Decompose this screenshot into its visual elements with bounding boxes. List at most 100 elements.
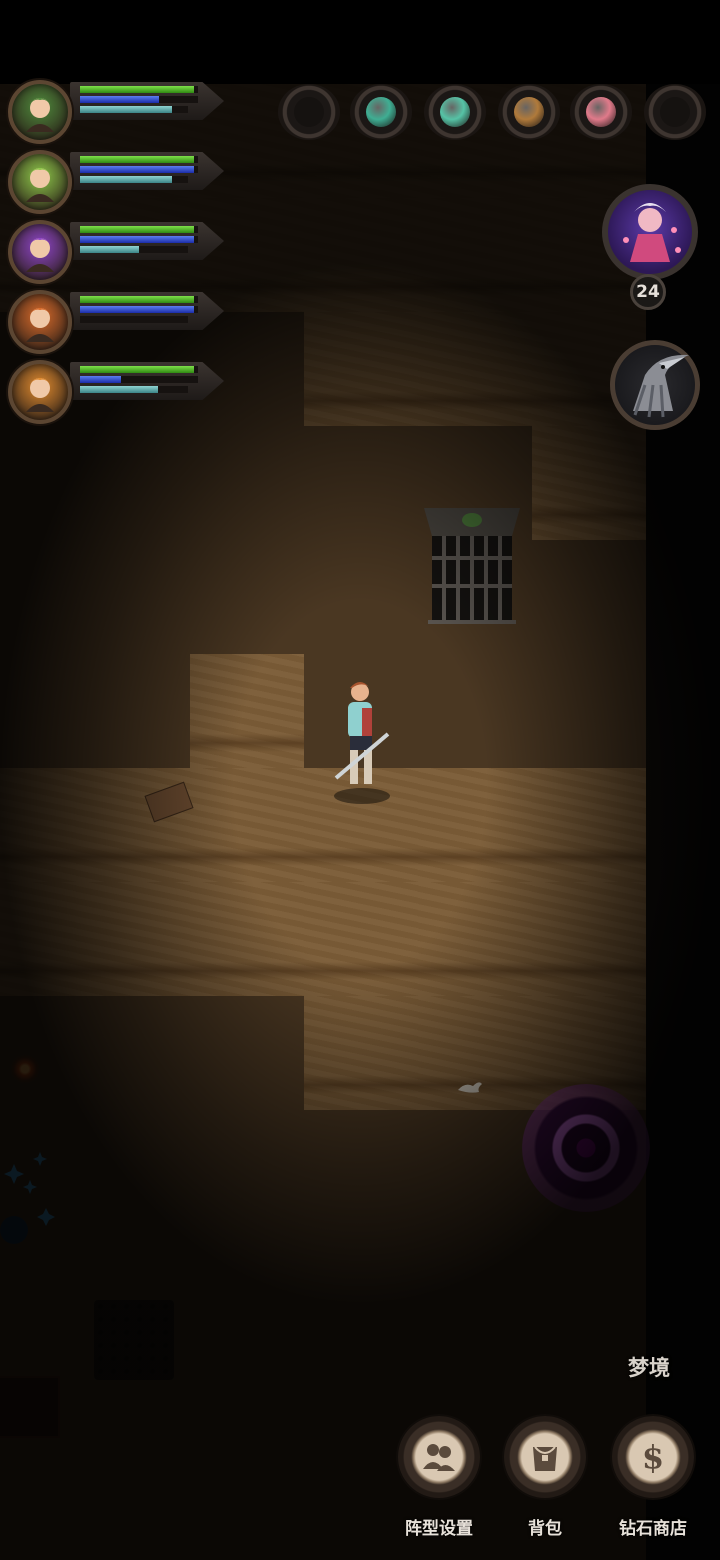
floor-tile bbox=[0, 1452, 76, 1560]
floor-tile bbox=[532, 1224, 646, 1338]
floor-tile bbox=[190, 996, 304, 1110]
hero-portrait-icon bbox=[26, 168, 54, 202]
iron-gate[interactable] bbox=[424, 508, 520, 630]
diamond-shop-button[interactable]: $ 钻石商店 bbox=[608, 1416, 698, 1540]
empty-slot bbox=[660, 97, 690, 127]
bone-debris-icon bbox=[458, 1082, 482, 1093]
xp-bar-fill bbox=[80, 246, 140, 253]
sandstone-block bbox=[532, 768, 646, 882]
sandstone-block bbox=[532, 882, 646, 996]
eyeball-icon bbox=[586, 97, 616, 127]
party-member-4[interactable] bbox=[8, 290, 224, 354]
hp-bar-fill bbox=[80, 156, 195, 163]
sandstone-block bbox=[190, 768, 304, 882]
mp-bar-fill bbox=[80, 236, 195, 243]
status-bar-area bbox=[0, 0, 720, 84]
party-member-bars bbox=[70, 222, 224, 260]
mp-bar-fill bbox=[80, 166, 195, 173]
item-slot-5[interactable] bbox=[570, 84, 632, 140]
sandstone-block bbox=[304, 996, 418, 1110]
party-avatar[interactable] bbox=[8, 360, 72, 424]
floor-tile bbox=[190, 540, 304, 654]
item-slot-3[interactable] bbox=[424, 84, 486, 140]
floor-grate bbox=[94, 1300, 174, 1380]
floor-tile bbox=[304, 540, 418, 654]
floor-tile bbox=[76, 540, 190, 654]
party-member-2[interactable] bbox=[8, 150, 224, 214]
xp-bar bbox=[80, 386, 188, 393]
party-avatar[interactable] bbox=[8, 150, 72, 214]
floor-tile bbox=[190, 1110, 304, 1224]
mp-bar-fill bbox=[80, 96, 160, 103]
sandstone-block bbox=[418, 882, 532, 996]
player-character[interactable] bbox=[326, 678, 398, 808]
floor-tile bbox=[532, 540, 646, 654]
green-potion-icon bbox=[366, 97, 396, 127]
formation-settings-label: 阵型设置 bbox=[405, 1519, 473, 1539]
floor-tile bbox=[304, 1110, 418, 1224]
floor-tile bbox=[76, 1110, 190, 1224]
dream-portal[interactable] bbox=[522, 1084, 650, 1212]
party-avatar[interactable] bbox=[8, 80, 72, 144]
floor-tile bbox=[304, 426, 418, 540]
sandstone-block bbox=[304, 312, 418, 426]
sandstone-block bbox=[76, 882, 190, 996]
floor-tile bbox=[0, 540, 76, 654]
raven-skill-icon bbox=[633, 354, 689, 418]
item-slot-6[interactable] bbox=[644, 84, 706, 140]
hp-bar-fill bbox=[80, 366, 195, 373]
item-slot-2[interactable] bbox=[350, 84, 412, 140]
party-avatar[interactable] bbox=[8, 220, 72, 284]
mp-bar-fill bbox=[80, 376, 122, 383]
party-member-1[interactable] bbox=[8, 80, 224, 144]
hp-bar-fill bbox=[80, 86, 195, 93]
dream-label[interactable]: 梦境 bbox=[628, 1352, 670, 1382]
pink-witch-icon bbox=[623, 203, 681, 262]
floor-tile bbox=[76, 1452, 190, 1560]
xp-bar-fill bbox=[80, 106, 172, 113]
mp-bar bbox=[80, 236, 198, 243]
dollar-icon: $ bbox=[641, 1438, 665, 1476]
xp-bar bbox=[80, 316, 188, 323]
sandstone-block bbox=[0, 882, 76, 996]
hp-bar bbox=[80, 226, 198, 233]
floor-tile bbox=[190, 426, 304, 540]
sandstone-block bbox=[532, 426, 646, 540]
item-slot-1[interactable] bbox=[278, 84, 340, 140]
floor-tile bbox=[190, 1224, 304, 1338]
formation-icon bbox=[423, 1444, 455, 1471]
sandstone-block bbox=[418, 198, 532, 312]
floor-tile bbox=[532, 654, 646, 768]
party-member-bars bbox=[70, 152, 224, 190]
party-member-bars bbox=[70, 82, 224, 120]
formation-settings-button[interactable]: 阵型设置 bbox=[394, 1416, 484, 1540]
party-member-bars bbox=[70, 362, 224, 400]
hero-portrait-icon bbox=[26, 308, 54, 342]
item-slot-4[interactable] bbox=[498, 84, 560, 140]
blue-sparkles bbox=[0, 1152, 55, 1244]
bag-icon bbox=[533, 1446, 557, 1471]
hero-portrait-icon bbox=[26, 98, 54, 132]
floor-tile bbox=[190, 1338, 304, 1452]
hp-bar-fill bbox=[80, 296, 195, 303]
boss-avatar bbox=[602, 184, 698, 280]
treasure-chest[interactable] bbox=[0, 1376, 60, 1438]
party-member-5[interactable] bbox=[8, 360, 224, 424]
hp-bar bbox=[80, 86, 198, 93]
sandstone-block bbox=[418, 768, 532, 882]
floor-tile bbox=[0, 654, 76, 768]
raven-skill-button[interactable] bbox=[610, 340, 700, 430]
sandstone-block bbox=[0, 768, 76, 882]
xp-bar bbox=[80, 106, 188, 113]
sandstone-block bbox=[418, 312, 532, 426]
floor-tile bbox=[304, 1224, 418, 1338]
boss-portrait[interactable]: 24 bbox=[596, 170, 706, 312]
hp-bar bbox=[80, 156, 198, 163]
bag-button[interactable]: 背包 bbox=[500, 1416, 590, 1540]
xp-bar bbox=[80, 176, 188, 183]
xp-bar-fill bbox=[80, 176, 172, 183]
floor-tile bbox=[418, 654, 532, 768]
sandstone-block bbox=[304, 198, 418, 312]
party-avatar[interactable] bbox=[8, 290, 72, 354]
party-member-3[interactable] bbox=[8, 220, 224, 284]
